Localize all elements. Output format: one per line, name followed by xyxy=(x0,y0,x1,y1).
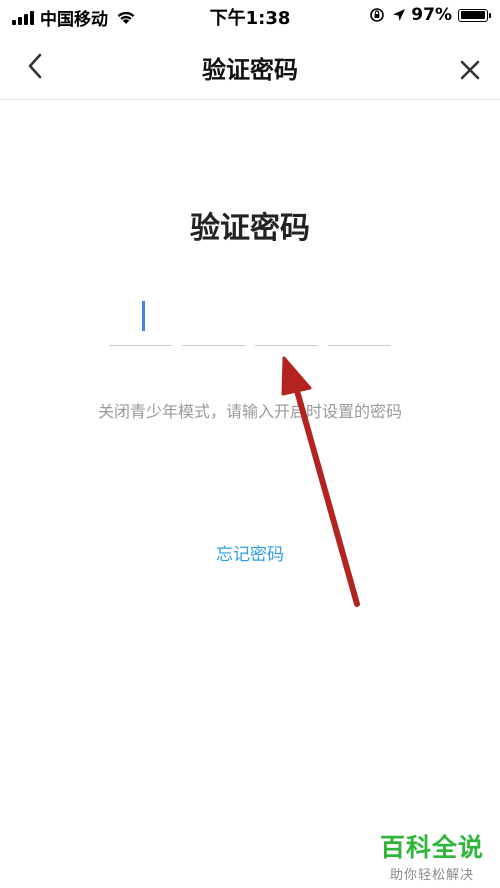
annotation-arrow xyxy=(281,356,360,607)
watermark-logo: 百科全说 助你轻松解决 xyxy=(380,828,484,883)
watermark-title: 百科全说 xyxy=(379,833,484,862)
watermark-subtitle: 助你轻松解决 xyxy=(389,868,474,883)
